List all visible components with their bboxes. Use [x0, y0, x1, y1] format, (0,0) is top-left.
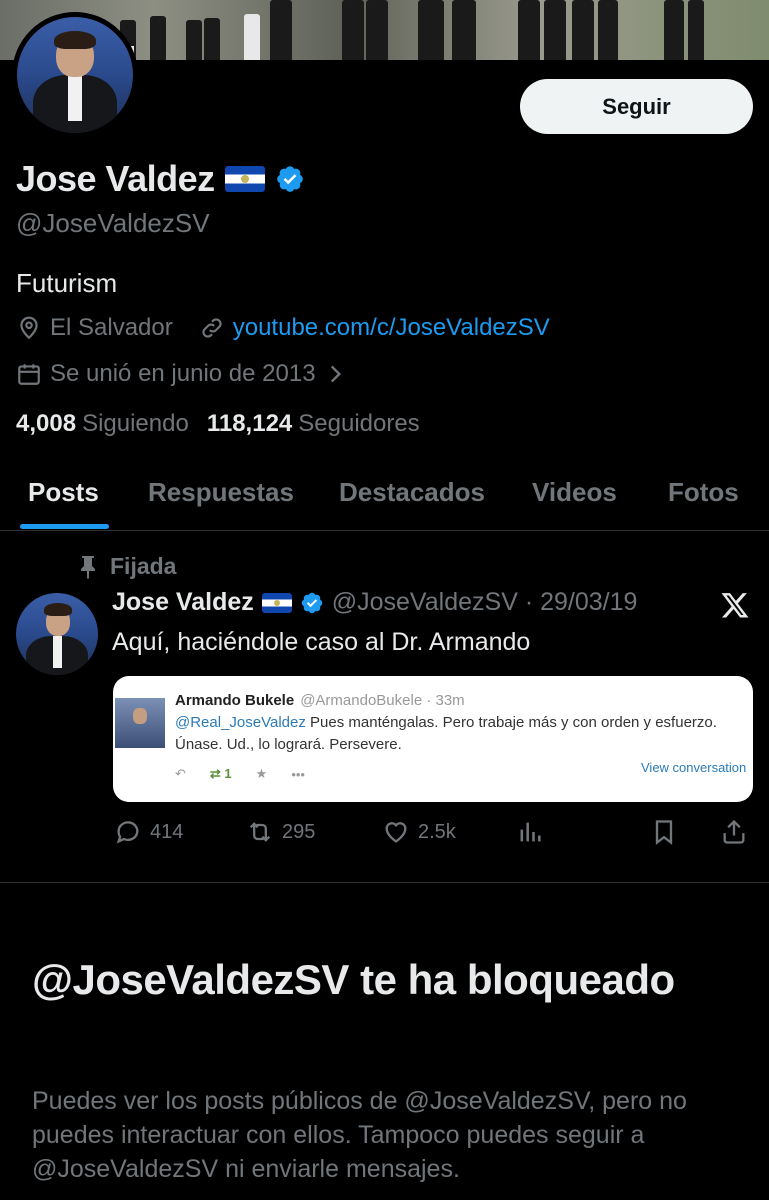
embed-author: Armando Bukele @ArmandoBukele · 33m [175, 692, 465, 709]
tab-fotos[interactable]: Fotos [668, 477, 739, 508]
embed-text: @Real_JoseValdez Pues manténgalas. Pero … [175, 714, 717, 753]
bookmark-button[interactable] [650, 818, 678, 846]
views-button[interactable] [516, 818, 544, 846]
calendar-icon [18, 364, 40, 385]
blocked-description: Puedes ver los posts públicos de @JoseVa… [32, 1087, 687, 1183]
profile-website-link[interactable]: youtube.com/c/JoseValdezSV [233, 314, 550, 342]
post-author-name[interactable]: Jose Valdez [112, 588, 254, 617]
profile-joined-date: Se unió en junio de 2013 [50, 360, 316, 387]
embed-star-icon: ★ [255, 766, 268, 781]
bookmark-icon [655, 820, 673, 845]
repost-icon [249, 822, 271, 842]
verified-badge-icon[interactable] [275, 164, 305, 194]
profile-name-row: Jose Valdez [16, 158, 305, 200]
embed-more-icon: ••• [291, 766, 305, 782]
tab-respuestas[interactable]: Respuestas [148, 477, 294, 508]
post-author-avatar[interactable] [16, 593, 98, 675]
profile-location: El Salvador [50, 314, 173, 341]
profile-joined-row[interactable]: Se unió en junio de 2013 [16, 360, 348, 388]
like-button[interactable]: 2.5k [382, 818, 456, 846]
profile-meta-row: El Salvador youtube.com/c/JoseValdezSV [16, 314, 550, 342]
profile-tabs: Posts Respuestas Destacados Videos Fotos [0, 465, 769, 531]
post-text: Aquí, haciéndole caso al Dr. Armando [112, 628, 531, 656]
active-tab-indicator [20, 524, 109, 529]
profile-stats: 4,008 Siguiendo 118,124 Seguidores [16, 410, 420, 438]
blocked-title: @JoseValdezSV te ha bloqueado [32, 956, 675, 1003]
el-salvador-flag-icon [224, 166, 265, 192]
pinned-label: Fijada [78, 553, 176, 580]
post-header: Jose Valdez @JoseValdezSV · 29/03/19 [112, 588, 637, 617]
tab-videos[interactable]: Videos [532, 477, 617, 508]
link-icon [202, 318, 222, 338]
embed-reply-icon: ↶ [175, 766, 186, 781]
embed-actions: ↶ ⇄ 1 ★ ••• [175, 766, 305, 782]
embed-author-avatar [115, 698, 165, 748]
tab-posts[interactable]: Posts [28, 477, 99, 508]
profile-avatar[interactable] [12, 12, 138, 138]
followers-stat[interactable]: 118,124 Seguidores [207, 410, 420, 438]
views-icon [520, 822, 541, 842]
profile-name: Jose Valdez [16, 158, 215, 199]
reply-icon [116, 821, 139, 844]
share-icon [723, 819, 745, 844]
reply-button[interactable]: 414 [114, 818, 183, 846]
like-icon [385, 822, 407, 843]
chevron-right-icon [330, 365, 341, 383]
repost-button[interactable]: 295 [246, 818, 315, 846]
post-action-bar: 414 295 2.5k [0, 812, 769, 856]
embed-retweet-count: ⇄ 1 [209, 766, 232, 781]
profile-bio: Futurism [16, 268, 118, 298]
location-icon [20, 316, 38, 340]
profile-handle: @JoseValdezSV [16, 208, 210, 238]
post-media-image[interactable]: Armando Bukele @ArmandoBukele · 33m @Real… [113, 676, 753, 802]
tab-destacados[interactable]: Destacados [339, 477, 485, 508]
el-salvador-flag-icon [261, 592, 292, 613]
follow-button[interactable]: Seguir [520, 79, 753, 134]
embed-view-conversation: View conversation [641, 760, 747, 775]
share-button[interactable] [720, 818, 748, 846]
section-divider [0, 882, 769, 883]
post-handle-date[interactable]: @JoseValdezSV · 29/03/19 [332, 588, 638, 617]
pin-icon [81, 555, 95, 579]
x-logo-icon [721, 593, 749, 618]
verified-badge-icon [301, 592, 322, 613]
following-stat[interactable]: 4,008 Siguiendo [16, 410, 189, 438]
